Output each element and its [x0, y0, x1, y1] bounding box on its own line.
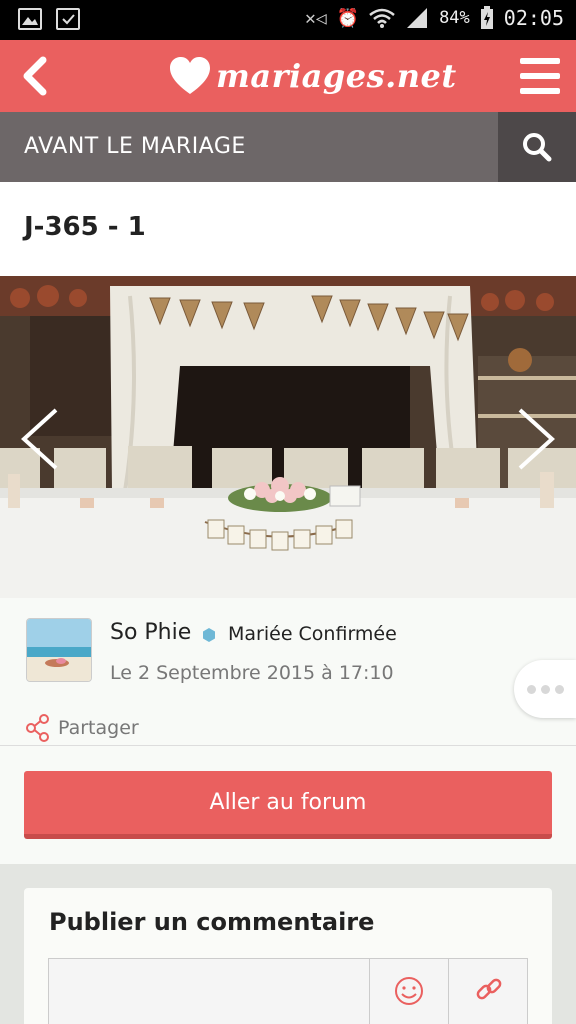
author-block: So Phie Mariée Confirmée Le 2 Septembre …: [0, 598, 576, 746]
search-icon: [523, 133, 552, 162]
avatar[interactable]: [26, 618, 92, 682]
battery-level: 84%: [439, 8, 470, 28]
author-name[interactable]: So Phie: [110, 620, 191, 645]
image-notification-icon: [18, 8, 42, 30]
site-logo[interactable]: mariages.net: [168, 48, 457, 104]
status-bar: ✕◁ ⏰ 84% 02:05: [0, 0, 576, 40]
section-header: AVANT LE MARIAGE: [0, 112, 576, 182]
next-photo-arrow-icon[interactable]: [512, 406, 562, 472]
divider: [448, 959, 449, 1024]
dot: [554, 684, 564, 694]
signal-icon: [407, 8, 428, 28]
clock: 02:05: [503, 6, 564, 30]
mute-icon: ✕◁: [304, 7, 327, 29]
divider: [369, 959, 370, 1024]
share-label: Partager: [58, 717, 139, 739]
author-badge: Mariée Confirmée: [228, 623, 397, 645]
logo-text: mariages.net: [216, 57, 457, 95]
status-indicators: ✕◁ ⏰ 84% 02:05: [305, 6, 564, 30]
post-title: J-365 - 1: [24, 212, 146, 242]
menu-line: [520, 73, 560, 79]
comment-title: Publier un commentaire: [49, 908, 375, 936]
comment-card: Publier un commentaire: [24, 888, 552, 1024]
top-navigation-bar: mariages.net: [0, 40, 576, 112]
share-icon: [26, 714, 49, 742]
post-header: J-365 - 1: [0, 182, 576, 276]
more-options-button[interactable]: [514, 660, 576, 718]
go-to-forum-button[interactable]: Aller au forum: [24, 771, 552, 839]
post-photo[interactable]: [0, 276, 576, 598]
share-link[interactable]: Partager: [26, 714, 139, 742]
forum-button-area: Aller au forum: [0, 746, 576, 864]
comment-section: Publier un commentaire: [0, 864, 576, 1024]
briefcase-notification-icon: [56, 8, 80, 30]
dot: [540, 684, 550, 694]
smiley-icon[interactable]: [393, 975, 425, 1007]
more-dots-icon: [526, 684, 536, 694]
hamburger-menu-icon: [520, 58, 560, 64]
chevron-left-icon: [23, 56, 47, 96]
heart-logo-icon: [170, 57, 210, 94]
link-icon[interactable]: [473, 973, 505, 1005]
menu-line: [520, 88, 560, 94]
alarm-icon: ⏰: [336, 7, 360, 29]
wedding-reception-photo: [0, 276, 576, 598]
back-button[interactable]: [8, 50, 60, 102]
menu-button[interactable]: [518, 54, 562, 98]
comment-input[interactable]: [48, 958, 528, 1024]
wifi-icon: [369, 8, 395, 28]
previous-photo-arrow-icon[interactable]: [14, 406, 64, 472]
search-button[interactable]: [498, 112, 576, 182]
battery-icon: [480, 6, 493, 29]
verified-badge-icon: [203, 628, 215, 642]
post-date: Le 2 Septembre 2015 à 17:10: [110, 662, 394, 684]
status-notifications: [18, 8, 80, 30]
beach-avatar-image: [27, 619, 91, 681]
section-title: AVANT LE MARIAGE: [24, 134, 246, 159]
